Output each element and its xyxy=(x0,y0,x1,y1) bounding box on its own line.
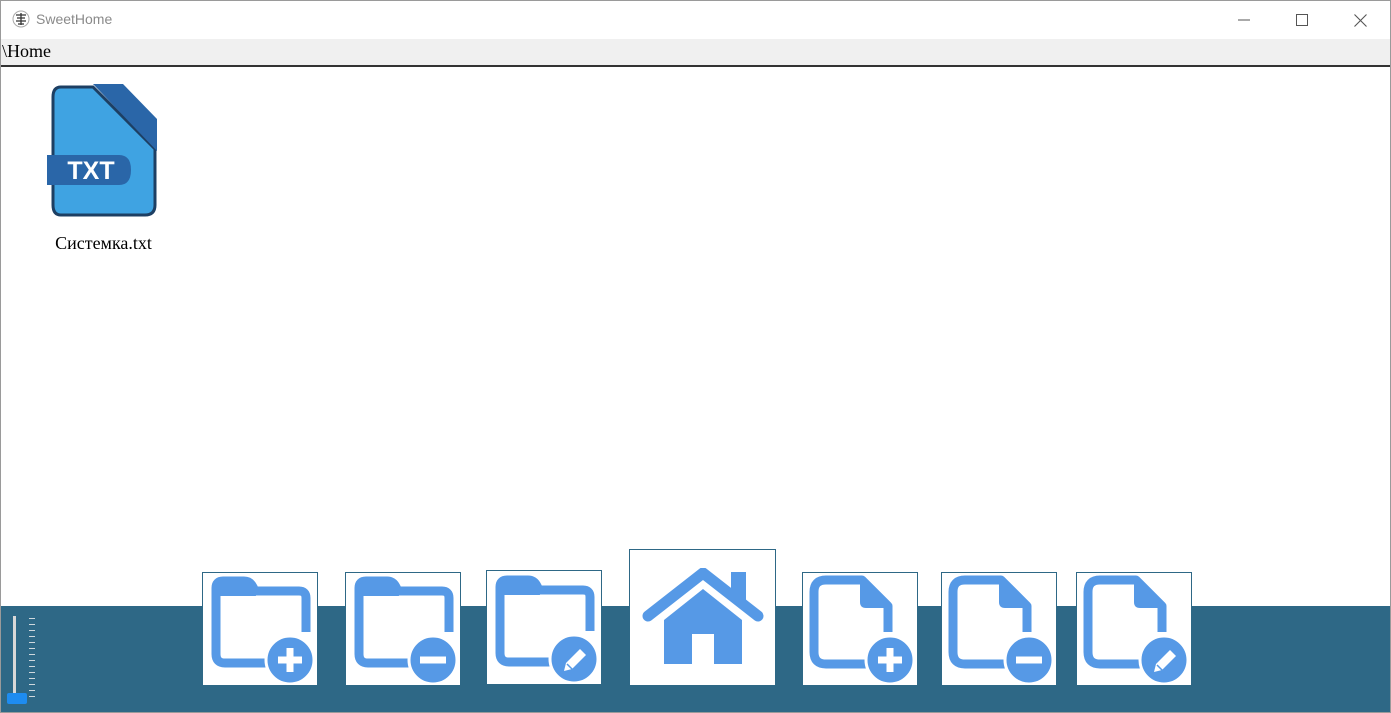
maximize-button[interactable] xyxy=(1273,1,1331,39)
file-icon-label: TXT xyxy=(67,157,114,185)
folder-add-icon xyxy=(211,576,316,684)
home-icon xyxy=(642,567,763,664)
file-item[interactable]: TXT Системка.txt xyxy=(41,83,166,263)
slider-track xyxy=(13,616,16,700)
home-button[interactable] xyxy=(629,549,776,686)
window-title: SweetHome xyxy=(36,11,113,27)
add-file-button[interactable] xyxy=(802,572,918,686)
app-logo-icon xyxy=(12,10,30,28)
close-button[interactable] xyxy=(1331,1,1389,39)
close-icon xyxy=(1353,13,1367,27)
title-bar: SweetHome xyxy=(1,1,1390,39)
minimize-button[interactable] xyxy=(1215,1,1273,39)
file-edit-icon xyxy=(1083,575,1190,684)
slider-thumb[interactable] xyxy=(7,693,27,704)
zoom-slider[interactable] xyxy=(7,613,37,707)
minimize-icon xyxy=(1238,19,1250,21)
file-add-icon xyxy=(809,575,916,684)
path-bar: \Home xyxy=(1,39,1390,67)
txt-file-icon: TXT xyxy=(47,84,157,217)
folder-remove-icon xyxy=(354,576,459,684)
file-name: Системка.txt xyxy=(55,233,152,253)
app-window: SweetHome \Home TXT Системка.txt xyxy=(0,0,1391,713)
folder-edit-icon xyxy=(495,575,600,683)
file-remove-icon xyxy=(948,575,1055,684)
remove-file-button[interactable] xyxy=(941,572,1057,686)
maximize-icon xyxy=(1296,14,1308,26)
slider-ticks xyxy=(29,618,35,700)
rename-file-button[interactable] xyxy=(1076,572,1192,686)
remove-folder-button[interactable] xyxy=(345,572,461,686)
add-folder-button[interactable] xyxy=(202,572,318,686)
current-path: \Home xyxy=(2,41,51,61)
rename-folder-button[interactable] xyxy=(486,570,602,685)
